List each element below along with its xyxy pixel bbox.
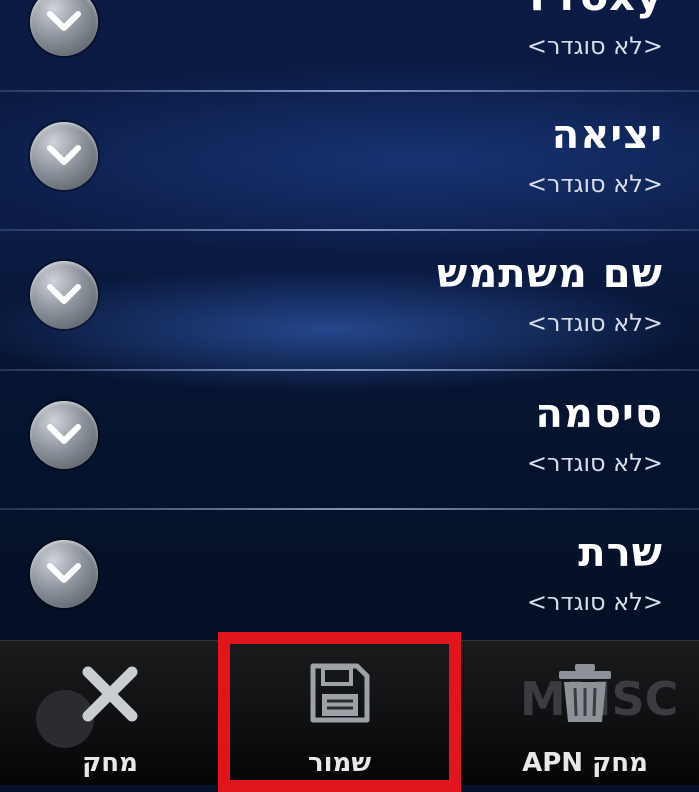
item-summary: <לא סוגדר>	[526, 449, 663, 477]
trash-icon	[555, 662, 615, 728]
divider	[0, 229, 699, 231]
list-item-password[interactable]: סיסמה <לא סוגדר>	[0, 369, 699, 507]
item-summary: <לא סוגדר>	[526, 170, 663, 198]
list-item-username[interactable]: שם משתמש <לא סוגדר>	[0, 229, 699, 367]
close-icon	[78, 662, 142, 730]
chevron-down-icon[interactable]	[30, 540, 98, 608]
item-title: שם משתמש	[437, 251, 663, 297]
apn-settings-list: Proxy <לא סוגדר> יציאה <לא סוגדר> שם משת…	[0, 0, 699, 640]
item-summary: <לא סוגדר>	[526, 309, 663, 337]
divider	[0, 369, 699, 371]
delete-apn-button[interactable]: מחק APN	[500, 640, 670, 784]
item-title: סיסמה	[535, 391, 663, 437]
chevron-down-icon[interactable]	[30, 0, 98, 56]
item-title: Proxy	[530, 0, 663, 20]
delete-label: מחק	[82, 748, 138, 778]
highlight-box	[218, 632, 461, 792]
delete-button[interactable]: מחק	[40, 640, 180, 784]
item-summary: <לא סוגדר>	[526, 588, 663, 616]
chevron-down-icon[interactable]	[30, 261, 98, 329]
list-item-port[interactable]: יציאה <לא סוגדר>	[0, 90, 699, 228]
divider	[0, 508, 699, 510]
divider	[0, 90, 699, 92]
chevron-down-icon[interactable]	[30, 401, 98, 469]
item-title: שרת	[578, 530, 663, 576]
list-item-proxy[interactable]: Proxy <לא סוגדר>	[0, 0, 699, 90]
list-item-server[interactable]: שרת <לא סוגדר>	[0, 508, 699, 646]
item-summary: <לא סוגדר>	[526, 32, 663, 60]
chevron-down-icon[interactable]	[30, 122, 98, 190]
item-title: יציאה	[551, 112, 663, 158]
delete-apn-label: מחק APN	[522, 748, 648, 778]
